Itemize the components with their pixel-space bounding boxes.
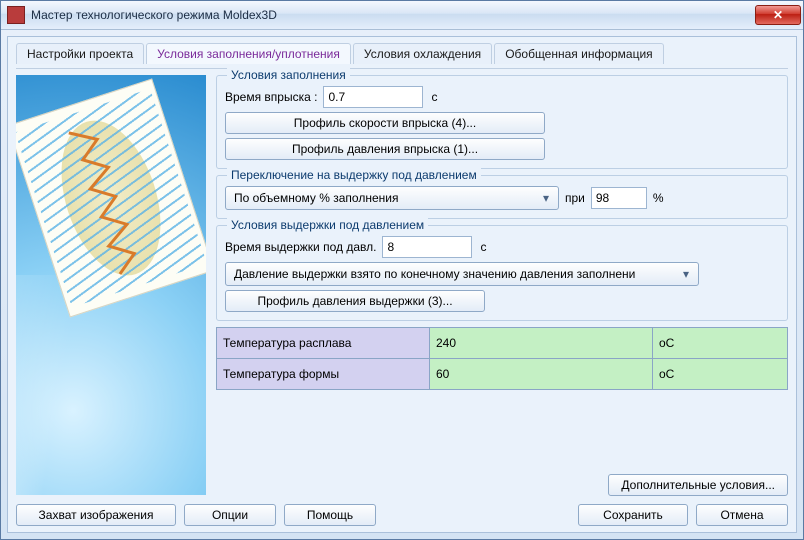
mold-temp-value[interactable]: 60: [430, 359, 653, 390]
group-switchover: Переключение на выдержку под давлением П…: [216, 175, 788, 219]
injection-pressure-profile-button[interactable]: Профиль давления впрыска (1)...: [225, 138, 545, 160]
packing-time-unit: с: [480, 240, 486, 254]
injection-speed-profile-button[interactable]: Профиль скорости впрыска (4)...: [225, 112, 545, 134]
close-icon: ✕: [773, 8, 783, 22]
tab-summary[interactable]: Обобщенная информация: [494, 43, 663, 64]
switchover-mode-select[interactable]: По объемному % заполнения ▾: [225, 186, 559, 210]
tab-project[interactable]: Настройки проекта: [16, 43, 144, 64]
tab-filling[interactable]: Условия заполнения/уплотнения: [146, 43, 351, 64]
packing-pressure-source-value: Давление выдержки взято по конечному зна…: [234, 267, 635, 281]
injection-time-label: Время впрыска :: [225, 90, 317, 104]
group-filling-conditions: Условия заполнения Время впрыска : с Про…: [216, 75, 788, 169]
titlebar: Мастер технологического режима Moldex3D …: [1, 1, 803, 30]
packing-pressure-profile-button[interactable]: Профиль давления выдержки (3)...: [225, 290, 485, 312]
melt-temp-value[interactable]: 240: [430, 328, 653, 359]
close-button[interactable]: ✕: [755, 5, 801, 25]
cancel-button[interactable]: Отмена: [696, 504, 788, 526]
group-packing: Условия выдержки под давлением Время выд…: [216, 225, 788, 321]
app-window: Мастер технологического режима Moldex3D …: [0, 0, 804, 540]
help-button[interactable]: Помощь: [284, 504, 376, 526]
window-title: Мастер технологического режима Moldex3D: [31, 8, 755, 22]
sidebar-illustration: [16, 75, 206, 495]
injection-time-unit: с: [431, 90, 437, 104]
table-row: Температура формы 60 oC: [217, 359, 788, 390]
legend-switchover: Переключение на выдержку под давлением: [227, 168, 481, 182]
chevron-down-icon: ▾: [678, 267, 694, 281]
footer-bar: Захват изображения Опции Помощь Сохранит…: [16, 496, 788, 526]
legend-packing: Условия выдержки под давлением: [227, 218, 428, 232]
melt-temp-label: Температура расплава: [217, 328, 430, 359]
melt-temp-unit: oC: [653, 328, 788, 359]
switchover-unit: %: [653, 191, 664, 205]
save-button[interactable]: Сохранить: [578, 504, 688, 526]
advanced-conditions-button[interactable]: Дополнительные условия...: [608, 474, 788, 496]
legend-filling: Условия заполнения: [227, 68, 350, 82]
temperature-table: Температура расплава 240 oC Температура …: [216, 327, 788, 390]
app-icon: [7, 6, 25, 24]
packing-pressure-source-select[interactable]: Давление выдержки взято по конечному зна…: [225, 262, 699, 286]
table-row: Температура расплава 240 oC: [217, 328, 788, 359]
tab-bar: Настройки проекта Условия заполнения/упл…: [16, 43, 788, 64]
packing-time-label: Время выдержки под давл.: [225, 240, 376, 254]
form-area: Условия заполнения Время впрыска : с Про…: [216, 75, 788, 496]
capture-image-button[interactable]: Захват изображения: [16, 504, 176, 526]
switchover-value-input[interactable]: [591, 187, 647, 209]
mold-temp-unit: oC: [653, 359, 788, 390]
chevron-down-icon: ▾: [538, 191, 554, 205]
tab-cooling[interactable]: Условия охлаждения: [353, 43, 492, 64]
mold-temp-label: Температура формы: [217, 359, 430, 390]
options-button[interactable]: Опции: [184, 504, 276, 526]
packing-time-input[interactable]: [382, 236, 472, 258]
injection-time-input[interactable]: [323, 86, 423, 108]
switchover-at-label: при: [565, 191, 585, 205]
client-area: Настройки проекта Условия заполнения/упл…: [7, 36, 797, 533]
switchover-mode-value: По объемному % заполнения: [234, 191, 398, 205]
